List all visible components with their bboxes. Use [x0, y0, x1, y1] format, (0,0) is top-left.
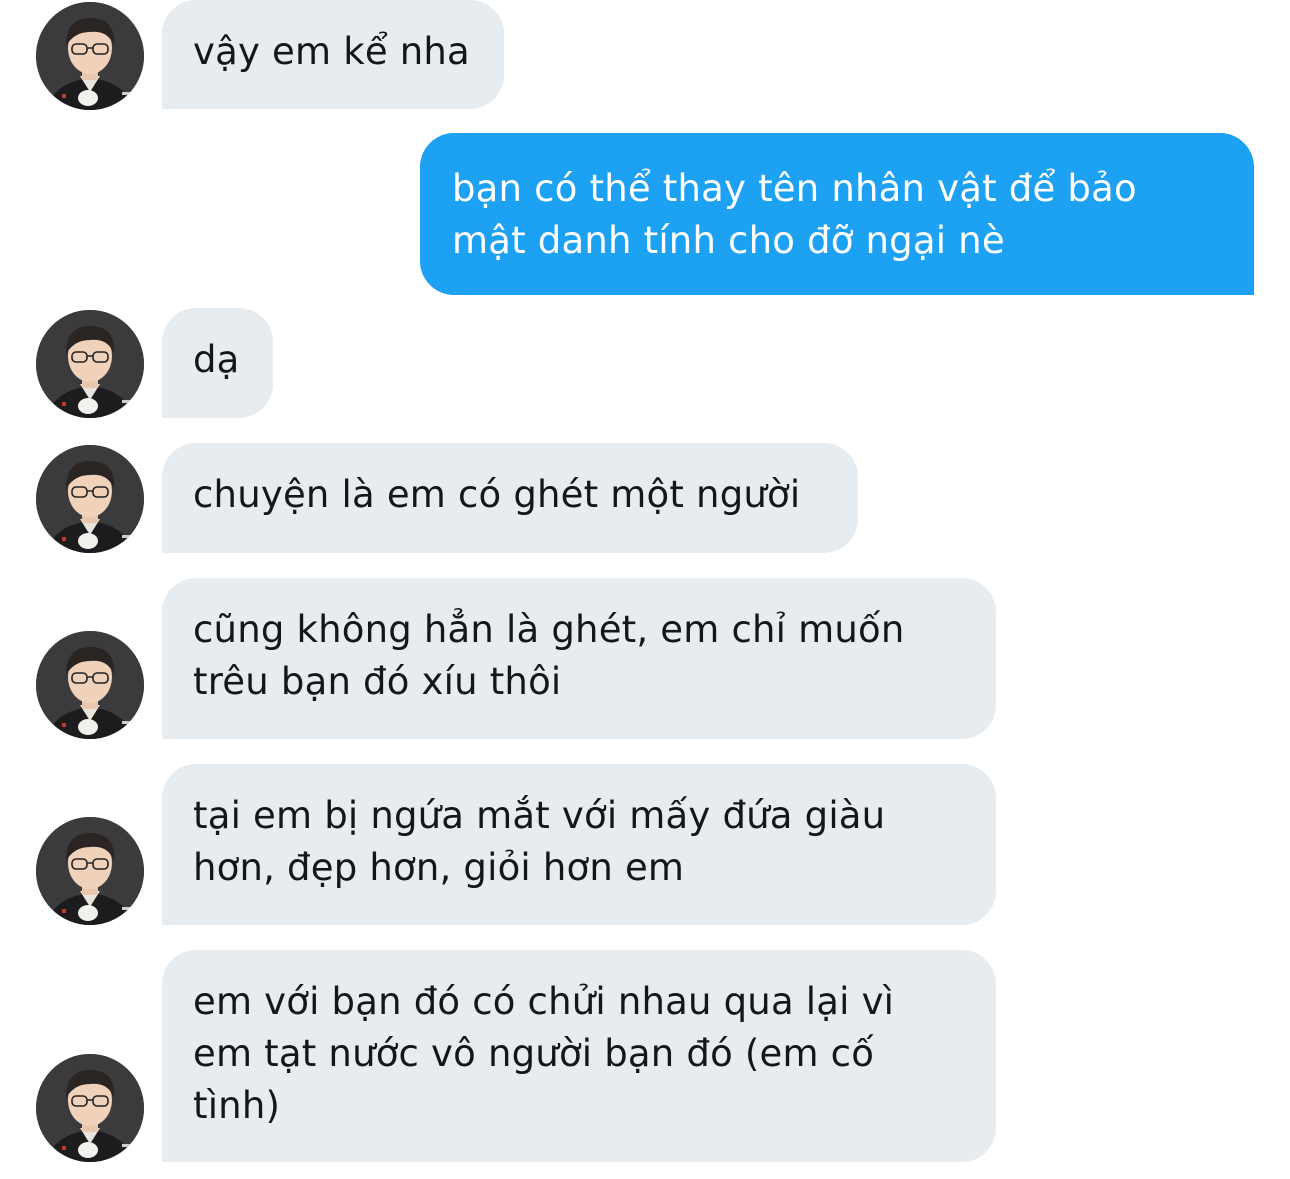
message-bubble-outgoing[interactable]: bạn có thể thay tên nhân vật để bảo mật … [420, 133, 1254, 295]
message-bubble-incoming[interactable]: chuyện là em có ghét một người [162, 443, 858, 553]
avatar-photo-icon [36, 1054, 144, 1162]
conversation-view: { "conversation": { "messages": [ { "sen… [0, 0, 1290, 1179]
message-text: vậy em kể nha [193, 30, 470, 73]
message-text-line: hơn, đẹp hơn, giỏi hơn em [193, 846, 685, 889]
message-text: dạ [193, 338, 240, 381]
contact-avatar[interactable] [36, 2, 144, 110]
message-text-line: bạn có thể thay tên nhân vật để bảo [452, 167, 1137, 210]
message-bubble-incoming[interactable]: tại em bị ngứa mắt với mấy đứa giàu hơn,… [162, 764, 996, 925]
message-bubble-incoming[interactable]: cũng không hẳn là ghét, em chỉ muốn trêu… [162, 578, 996, 739]
message-text-line: em với bạn đó có chửi nhau qua lại vì [193, 980, 895, 1023]
message-text-line: trêu bạn đó xíu thôi [193, 660, 562, 703]
message-text: chuyện là em có ghét một người [193, 473, 801, 516]
message-bubble-incoming[interactable]: dạ [162, 308, 273, 418]
message-text-line: mật danh tính cho đỡ ngại nè [452, 219, 1005, 262]
contact-avatar[interactable] [36, 310, 144, 418]
contact-avatar[interactable] [36, 631, 144, 739]
avatar-photo-icon [36, 631, 144, 739]
avatar-photo-icon [36, 817, 144, 925]
avatar-photo-icon [36, 2, 144, 110]
message-bubble-incoming[interactable]: vậy em kể nha [162, 0, 504, 109]
message-bubble-incoming[interactable]: em với bạn đó có chửi nhau qua lại vì em… [162, 950, 996, 1162]
contact-avatar[interactable] [36, 1054, 144, 1162]
avatar-photo-icon [36, 310, 144, 418]
message-text-line: cũng không hẳn là ghét, em chỉ muốn [193, 608, 905, 651]
contact-avatar[interactable] [36, 817, 144, 925]
message-text-line: tình) [193, 1084, 281, 1127]
message-text-line: tại em bị ngứa mắt với mấy đứa giàu [193, 794, 886, 837]
avatar-photo-icon [36, 445, 144, 553]
contact-avatar[interactable] [36, 445, 144, 553]
message-text-line: em tạt nước vô người bạn đó (em cố [193, 1032, 875, 1075]
